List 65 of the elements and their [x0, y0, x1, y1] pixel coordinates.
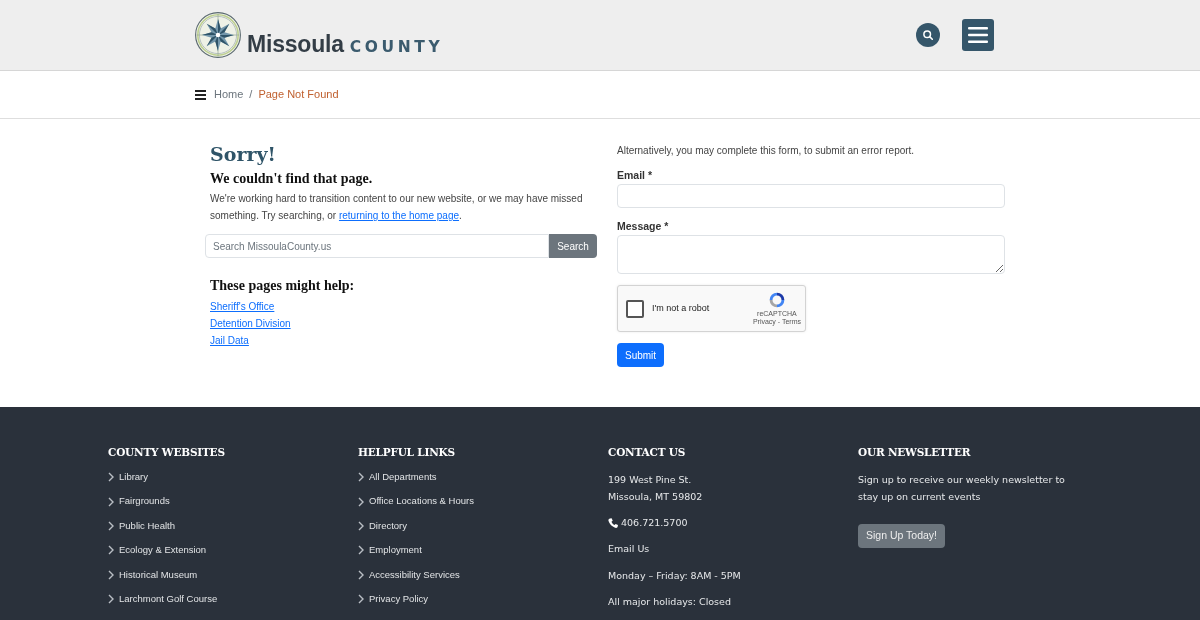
error-message: We're working hard to transition content to our new website, or we may have missed something. Try searching, or returning to the home page.: [209, 192, 584, 223]
phone-link[interactable]: 406.721.5700: [608, 514, 688, 531]
compass-star-logo-icon[interactable]: [195, 11, 241, 58]
email-link[interactable]: Email Us: [608, 540, 650, 557]
search-submit-button[interactable]: Search: [549, 234, 597, 258]
footer-heading: CONTACT US: [608, 445, 686, 459]
footer-link[interactable]: Larchmont Golf Course: [108, 586, 218, 612]
footer-link[interactable]: Directory: [358, 513, 407, 539]
contact-info-text: Monday – Friday: 8AM - 5PM: [608, 568, 741, 583]
footer-link[interactable]: Fairgrounds: [108, 489, 170, 514]
phone-icon: [608, 517, 618, 528]
suggested-page-link[interactable]: Jail Data: [210, 332, 249, 349]
chevron-right-icon: [358, 569, 364, 580]
search-button[interactable]: [916, 23, 940, 47]
footer-link[interactable]: All Departments: [358, 465, 437, 490]
chevron-right-icon: [108, 569, 114, 580]
newsletter-text: Sign up to receive our weekly newsletter to stay up on current events: [858, 473, 1066, 504]
suggested-page-link[interactable]: Detention Division: [210, 315, 291, 332]
suggested-page-link[interactable]: Sheriff's Office: [210, 298, 275, 315]
search-icon: [923, 30, 933, 40]
footer-link[interactable]: Office Locations & Hours: [358, 489, 474, 514]
chevron-right-icon: [108, 520, 114, 531]
chevron-right-icon: [358, 496, 364, 507]
footer-link[interactable]: Privacy Policy: [358, 586, 429, 612]
field-label: Message *: [617, 219, 669, 234]
chevron-right-icon: [358, 520, 364, 531]
captcha-label: I'm not a robot: [652, 301, 710, 315]
page-subtitle: We couldn't find that page.: [209, 171, 374, 187]
chevron-right-icon: [358, 545, 364, 556]
hamburger-icon[interactable]: [195, 89, 206, 100]
footer-link[interactable]: Historical Museum: [108, 562, 198, 587]
form-intro-text: Alternatively, you may complete this form, to submit an error report.: [617, 144, 915, 158]
field-label: Email *: [617, 168, 653, 183]
breadcrumb-link[interactable]: Home: [214, 86, 244, 103]
breadcrumb-separator: /: [248, 87, 254, 103]
footer-link[interactable]: Accessibility Services: [358, 562, 460, 587]
recaptcha-logo-icon: [767, 291, 786, 309]
site-name[interactable]: Missoula: [247, 29, 344, 58]
help-heading: These pages might help:: [209, 278, 356, 294]
site-name-suffix[interactable]: COUNTY: [349, 36, 444, 58]
submit-button[interactable]: Submit: [617, 343, 665, 367]
chevron-right-icon: [358, 472, 364, 483]
footer-link[interactable]: Library: [108, 465, 149, 490]
chevron-right-icon: [358, 594, 364, 605]
sign-up-button[interactable]: Sign Up Today!: [858, 524, 946, 548]
footer-link[interactable]: Employment: [358, 538, 422, 563]
page-title: Sorry!: [209, 142, 277, 166]
chevron-right-icon: [108, 545, 114, 556]
chevron-right-icon: [108, 496, 114, 507]
footer-link[interactable]: Ecology & Extension: [108, 538, 207, 563]
contact-info-text: All major holidays: Closed: [608, 595, 731, 609]
footer-heading: HELPFUL LINKS: [358, 445, 455, 459]
chevron-right-icon: [108, 472, 114, 483]
chevron-right-icon: [108, 594, 114, 605]
footer-heading: OUR NEWSLETTER: [858, 445, 971, 459]
search-field[interactable]: Search MissoulaCounty.us: [205, 234, 549, 258]
menu-icon: [968, 27, 988, 43]
footer-heading: COUNTY WEBSITES: [108, 445, 225, 459]
street-address: 199 West Pine St. Missoula, MT 59802: [608, 473, 703, 504]
menu-button[interactable]: [962, 19, 994, 51]
message-field[interactable]: [617, 235, 1005, 274]
footer-link[interactable]: Public Health: [108, 513, 175, 539]
captcha-checkbox[interactable]: [626, 299, 644, 318]
breadcrumb-current-page[interactable]: Page Not Found: [258, 86, 339, 103]
email-field[interactable]: [617, 184, 1005, 208]
